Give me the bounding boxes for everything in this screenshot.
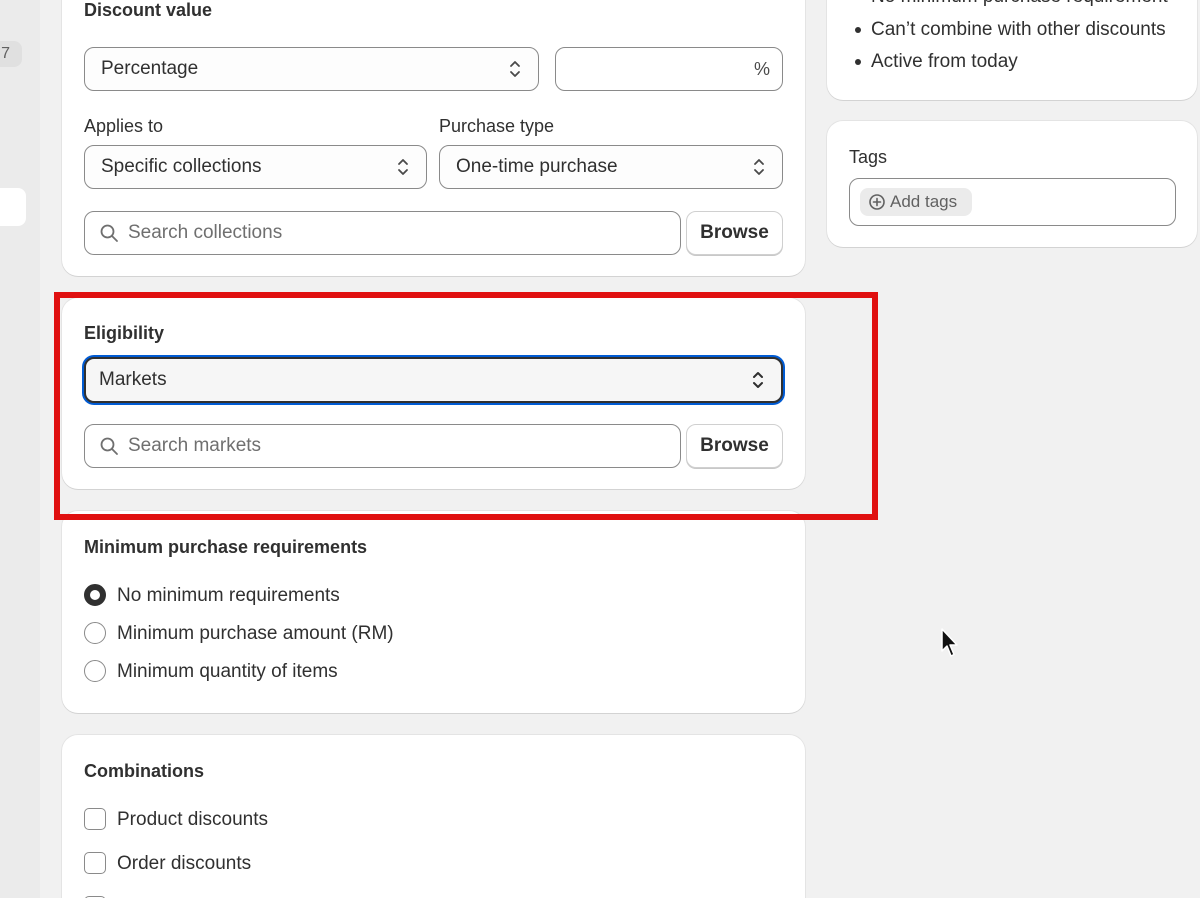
- radio-label: No minimum requirements: [117, 585, 340, 606]
- radio-label: Minimum quantity of items: [117, 661, 338, 682]
- purchase-type-label: Purchase type: [439, 116, 555, 136]
- search-markets-placeholder: Search markets: [128, 435, 262, 456]
- discount-value-title: Discount value: [84, 0, 213, 20]
- search-markets-input[interactable]: Search markets: [84, 424, 681, 468]
- radio-label: Minimum purchase amount (RM): [117, 623, 394, 644]
- discount-type-value: Percentage: [101, 58, 199, 79]
- browse-collections-button[interactable]: Browse: [686, 211, 783, 255]
- add-tags-label: Add tags: [890, 192, 958, 211]
- discount-value-card: Discount value Percentage % Applies to P…: [62, 0, 805, 276]
- eligibility-value: Markets: [99, 369, 167, 390]
- select-chevron-icon: [753, 372, 763, 388]
- select-chevron-icon: [754, 159, 764, 175]
- combinations-title: Combinations: [84, 761, 204, 781]
- eligibility-card: Eligibility Markets Search markets Brows…: [62, 298, 805, 489]
- checkbox-label: Product discounts: [117, 809, 269, 830]
- search-icon: [100, 224, 118, 242]
- add-tags-pill[interactable]: Add tags: [860, 188, 972, 216]
- search-icon: [100, 437, 118, 455]
- nav-selected-item[interactable]: [0, 188, 26, 226]
- plus-circle-icon: [869, 194, 885, 210]
- applies-to-select[interactable]: Specific collections: [84, 145, 427, 189]
- summary-item: No minimum purchase requirement: [855, 0, 1168, 14]
- select-chevron-icon: [510, 61, 520, 77]
- checkbox-label: Order discounts: [117, 853, 252, 874]
- applies-to-value: Specific collections: [101, 156, 262, 177]
- checkbox[interactable]: [84, 852, 106, 874]
- summary-item: Active from today: [855, 46, 1168, 79]
- minimum-requirements-title: Minimum purchase requirements: [84, 537, 368, 557]
- mouse-cursor-icon: [941, 628, 958, 657]
- checkbox[interactable]: [84, 808, 106, 830]
- discount-amount-input[interactable]: %: [555, 47, 783, 91]
- radio-button[interactable]: [84, 660, 106, 682]
- minimum-requirements-card: Minimum purchase requirements No minimum…: [62, 511, 805, 713]
- summary-list: No minimum purchase requirement Can’t co…: [855, 0, 1168, 79]
- left-sidebar: [0, 0, 40, 898]
- select-chevron-icon: [398, 159, 408, 175]
- eligibility-title: Eligibility: [84, 323, 165, 343]
- tags-input[interactable]: Add tags: [849, 178, 1176, 226]
- summary-item: Can’t combine with other discounts: [855, 14, 1168, 47]
- purchase-type-value: One-time purchase: [456, 156, 618, 177]
- search-collections-placeholder: Search collections: [128, 222, 283, 243]
- search-collections-input[interactable]: Search collections: [84, 211, 681, 255]
- tags-title: Tags: [849, 147, 888, 167]
- applies-to-label: Applies to: [84, 116, 164, 136]
- combinations-card: Combinations Product discounts Order dis…: [62, 735, 805, 898]
- radio-button[interactable]: [84, 622, 106, 644]
- radio-button[interactable]: [84, 584, 106, 606]
- summary-card: No minimum purchase requirement Can’t co…: [827, 0, 1197, 100]
- percent-suffix: %: [753, 59, 770, 79]
- browse-markets-button[interactable]: Browse: [686, 424, 783, 468]
- nav-count-badge: 7: [0, 41, 22, 67]
- purchase-type-select[interactable]: One-time purchase: [439, 145, 783, 189]
- tags-card: Tags Add tags: [827, 121, 1197, 247]
- discount-type-select[interactable]: Percentage: [84, 47, 539, 91]
- eligibility-select[interactable]: Markets: [84, 357, 783, 403]
